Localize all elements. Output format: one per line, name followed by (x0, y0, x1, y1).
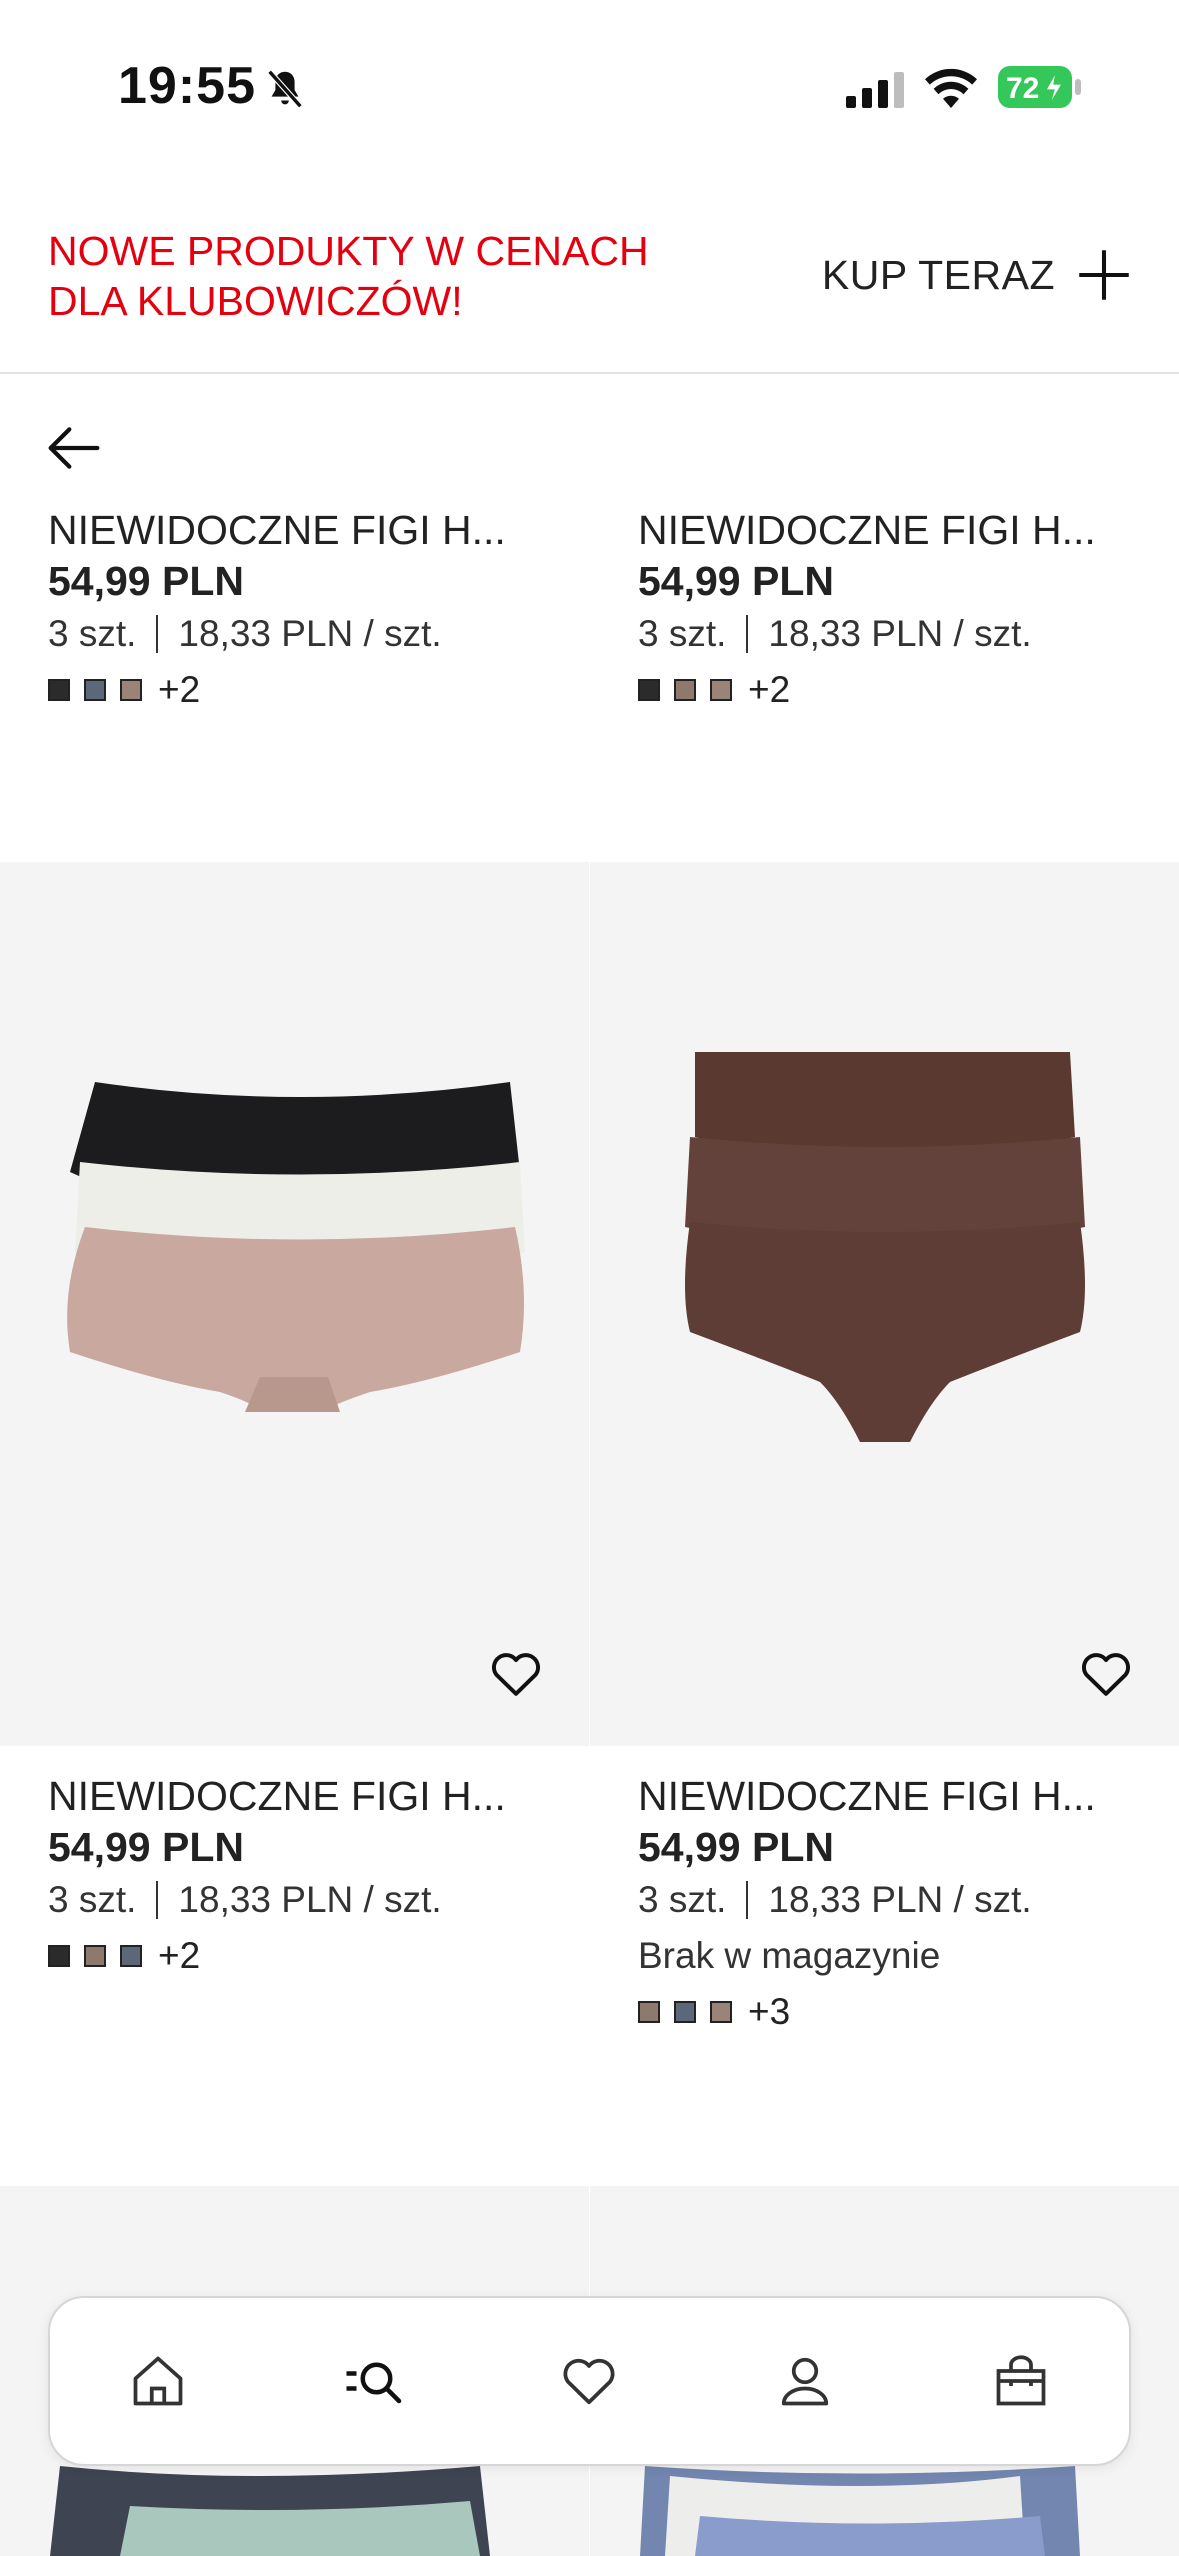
nav-account[interactable] (755, 2331, 855, 2431)
bottom-nav (48, 2296, 1131, 2466)
more-colors[interactable]: +2 (748, 669, 790, 711)
bag-icon (996, 2355, 1046, 2406)
product-photo (685, 1052, 1085, 1442)
divider (746, 615, 749, 653)
product-qty: 3 szt. (638, 1879, 727, 1920)
battery-level: 72 (1006, 72, 1039, 105)
color-swatch[interactable] (84, 679, 106, 701)
color-swatch[interactable] (48, 679, 70, 701)
promo-cta-button[interactable]: KUP TERAZ (822, 248, 1131, 302)
product-card-1[interactable]: NIEWIDOCZNE FIGI H... 54,99 PLN 3 szt. 1… (48, 504, 588, 718)
color-swatches[interactable]: +2 (48, 662, 588, 718)
stock-status: Brak w magazynie (638, 1935, 941, 1976)
product-card-3[interactable]: NIEWIDOCZNE FIGI H... 54,99 PLN 3 szt. 1… (48, 1770, 588, 1984)
color-swatches[interactable]: +2 (638, 662, 1178, 718)
back-arrow-icon[interactable] (46, 420, 102, 476)
account-icon (782, 2357, 829, 2406)
clock: 19:55 (118, 57, 256, 115)
home-icon (133, 2356, 183, 2406)
battery-icon: 72 (998, 66, 1081, 108)
product-image-3[interactable] (0, 862, 589, 1746)
product-qty: 3 szt. (638, 613, 727, 654)
product-card-4[interactable]: NIEWIDOCZNE FIGI H... 54,99 PLN 3 szt. 1… (638, 1770, 1178, 2040)
heart-icon (563, 2358, 615, 2405)
product-unit-price: 3 szt. 18,33 PLN / szt. (48, 606, 588, 662)
color-swatches[interactable]: +2 (48, 1928, 588, 1984)
product-unit-price: 3 szt. 18,33 PLN / szt. (638, 606, 1178, 662)
product-photo (67, 1082, 525, 1412)
bell-off-icon (267, 69, 303, 109)
more-colors[interactable]: +2 (158, 669, 200, 711)
divider (746, 1881, 749, 1919)
color-swatch[interactable] (638, 679, 660, 701)
product-per-unit: 18,33 PLN / szt. (178, 613, 442, 654)
product-per-unit: 18,33 PLN / szt. (768, 613, 1032, 654)
color-swatch[interactable] (120, 1945, 142, 1967)
plus-icon (1079, 250, 1129, 300)
color-swatch[interactable] (84, 1945, 106, 1967)
color-swatch[interactable] (674, 679, 696, 701)
product-per-unit: 18,33 PLN / szt. (768, 1879, 1032, 1920)
product-price: 54,99 PLN (48, 558, 244, 604)
product-name[interactable]: NIEWIDOCZNE FIGI H... (48, 504, 568, 556)
color-swatch[interactable] (674, 2001, 696, 2023)
product-unit-price: 3 szt. 18,33 PLN / szt. (638, 1872, 1178, 1928)
nav-favorites[interactable] (539, 2331, 639, 2431)
color-swatch[interactable] (120, 679, 142, 701)
color-swatch[interactable] (638, 2001, 660, 2023)
heart-icon[interactable] (1078, 1646, 1134, 1702)
divider (156, 615, 159, 653)
product-name[interactable]: NIEWIDOCZNE FIGI H... (638, 1770, 1158, 1822)
product-price: 54,99 PLN (638, 558, 834, 604)
product-card-2[interactable]: NIEWIDOCZNE FIGI H... 54,99 PLN 3 szt. 1… (638, 504, 1178, 718)
product-name[interactable]: NIEWIDOCZNE FIGI H... (48, 1770, 568, 1822)
product-price: 54,99 PLN (638, 1824, 834, 1870)
divider (156, 1881, 159, 1919)
nav-bag[interactable] (971, 2331, 1071, 2431)
color-swatch[interactable] (710, 2001, 732, 2023)
nav-home[interactable] (108, 2331, 208, 2431)
promo-banner[interactable]: NOWE PRODUKTY W CENACH DLA KLUBOWICZÓW! … (0, 200, 1179, 374)
color-swatch[interactable] (710, 679, 732, 701)
promo-text: NOWE PRODUKTY W CENACH DLA KLUBOWICZÓW! (48, 228, 649, 324)
nav-search[interactable] (324, 2331, 424, 2431)
more-colors[interactable]: +2 (158, 1935, 200, 1977)
product-name[interactable]: NIEWIDOCZNE FIGI H... (638, 504, 1158, 556)
product-qty: 3 szt. (48, 613, 137, 654)
promo-cta-label: KUP TERAZ (821, 251, 1055, 298)
wifi-icon (925, 68, 977, 108)
status-bar: 19:55 72 (0, 0, 1179, 150)
product-per-unit: 18,33 PLN / szt. (178, 1879, 442, 1920)
product-image-4[interactable] (590, 862, 1179, 1746)
product-photo (640, 2466, 1080, 2556)
product-price: 54,99 PLN (48, 1824, 244, 1870)
product-qty: 3 szt. (48, 1879, 137, 1920)
color-swatches[interactable]: +3 (638, 1984, 1178, 2040)
color-swatch[interactable] (48, 1945, 70, 1967)
signal-icon (846, 72, 904, 108)
search-icon (346, 2362, 401, 2404)
product-unit-price: 3 szt. 18,33 PLN / szt. (48, 1872, 588, 1928)
heart-icon[interactable] (488, 1646, 544, 1702)
more-colors[interactable]: +3 (748, 1991, 790, 2033)
